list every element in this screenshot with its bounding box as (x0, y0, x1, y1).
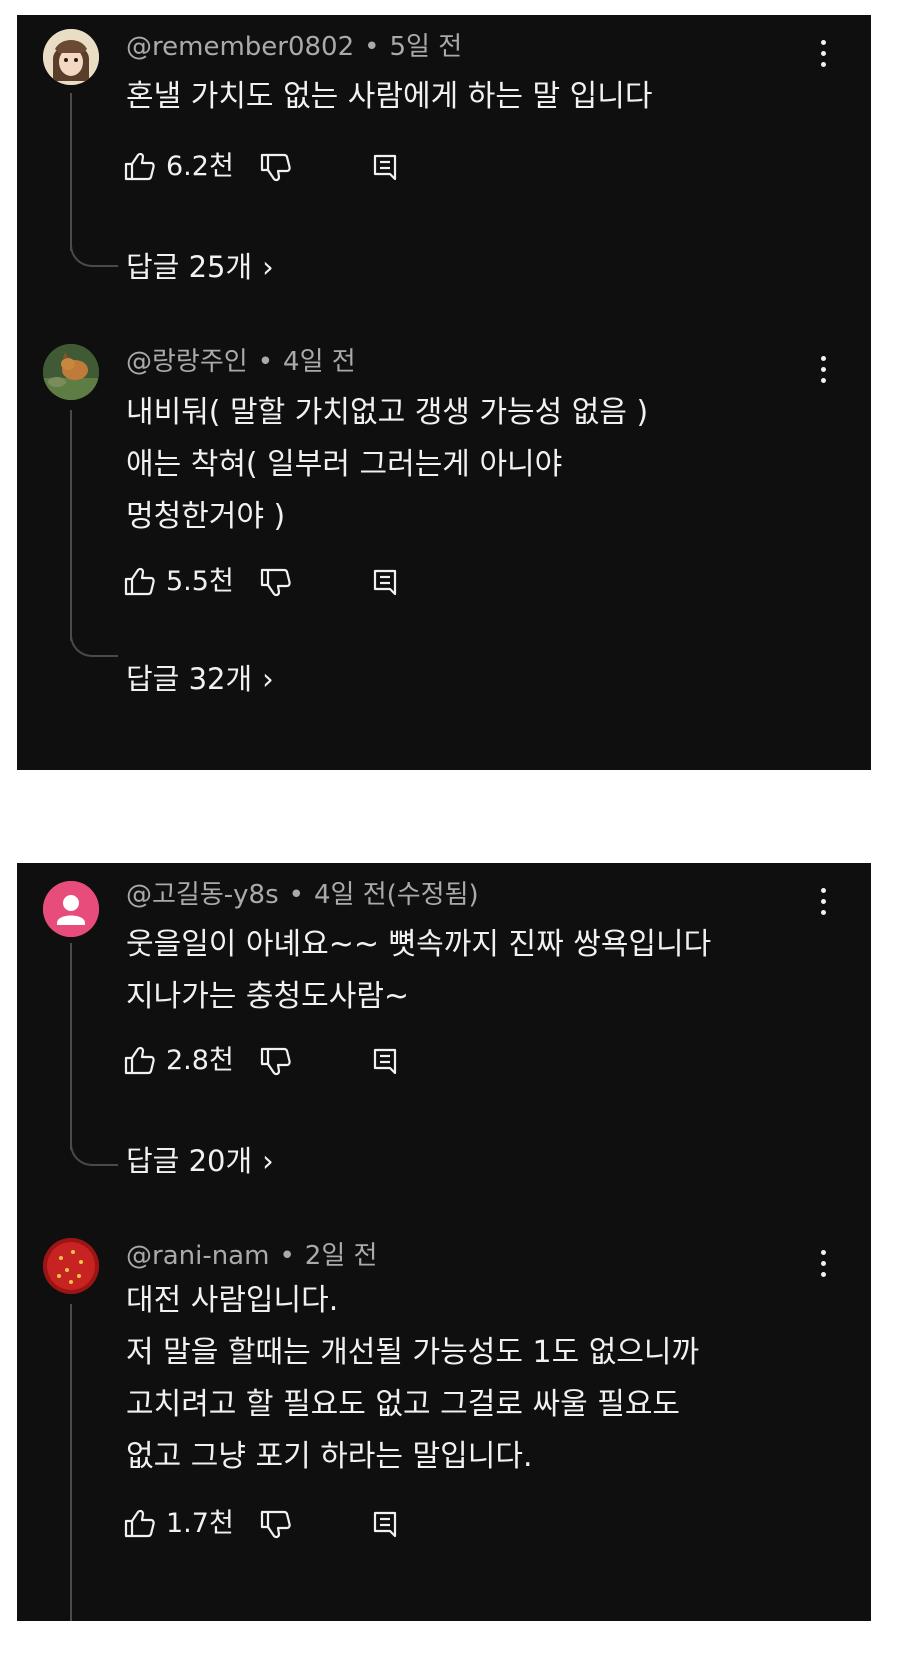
comment-time: 4일 전 (283, 347, 356, 377)
comment-line: 저 말을 할때는 개선될 가능성도 1도 없으니까 (126, 1335, 700, 1370)
dot-separator: • (257, 347, 274, 377)
comment-author[interactable]: @랑랑주인 (126, 347, 248, 377)
comment-line: 지나가는 충청도사람~ (126, 979, 410, 1014)
comment-line: 애는 착혀( 일부러 그러는게 아니야 (126, 447, 563, 482)
comment-text: 혼낼 가치도 없는 사람에게 하는 말 입니다 (126, 71, 652, 123)
comment-actions: 1.7천 (124, 1504, 424, 1544)
comment-text: 대전 사람입니다. 저 말을 할때는 개선될 가능성도 1도 없으니까 고치려고… (126, 1275, 699, 1483)
thumbs-down-icon[interactable] (260, 568, 292, 598)
thread-connector (70, 241, 118, 267)
comment-text: 웃을일이 아녜요~~ 뼛속까지 진짜 쌍욕입니다 지나가는 충청도사람~ (126, 919, 711, 1023)
comment-line: 웃을일이 아녜요~~ 뼛속까지 진짜 쌍욕입니다 (126, 927, 712, 962)
thread-line (70, 93, 72, 251)
thumbs-up-icon[interactable] (124, 566, 156, 597)
default-avatar-icon[interactable] (43, 881, 99, 937)
like-count: 1.7천 (166, 1508, 234, 1539)
more-vert-icon[interactable] (821, 888, 827, 918)
comment-time: 4일 전(수정됨) (313, 880, 479, 910)
thread-line (70, 1304, 72, 1621)
comment-line: 없고 그냥 포기 하라는 말입니다. (126, 1439, 533, 1474)
thumbs-down-icon[interactable] (260, 1047, 292, 1077)
thread-connector (70, 631, 118, 657)
comment-header: @remember0802 • 5일 전 (126, 31, 462, 63)
comments-panel-1: @remember0802 • 5일 전 혼낼 가치도 없는 사람에게 하는 말 입… (17, 15, 871, 770)
thumbs-up-icon[interactable] (124, 1045, 156, 1076)
comment-header: @고길동-y8s • 4일 전(수정됨) (126, 879, 479, 911)
replies-count-label: 답글 32개 (126, 662, 253, 696)
comment-header: @랑랑주인 • 4일 전 (126, 346, 356, 378)
dot-separator: • (288, 880, 304, 910)
comment-actions: 2.8천 (124, 1041, 424, 1081)
user-avatar[interactable] (43, 29, 99, 85)
reply-icon[interactable] (372, 1510, 398, 1539)
replies-count-label: 답글 20개 (126, 1144, 253, 1178)
comment-line: 대전 사람입니다. (126, 1283, 339, 1318)
user-avatar[interactable] (43, 1238, 99, 1294)
more-vert-icon[interactable] (821, 1250, 827, 1280)
comment-line: 멍청한거야 ) (126, 499, 286, 534)
dot-separator: • (279, 1241, 295, 1271)
comment-author[interactable]: @remember0802 (126, 32, 354, 62)
comment-actions: 6.2천 (124, 147, 424, 187)
thread-line (70, 943, 72, 1150)
comment-line: 고치려고 할 필요도 없고 그걸로 싸울 필요도 (126, 1387, 681, 1422)
reply-icon[interactable] (372, 1047, 398, 1076)
reply-icon[interactable] (372, 153, 398, 182)
comment-author[interactable]: @rani-nam (126, 1241, 269, 1271)
view-replies-button[interactable]: 답글 25개 › (126, 247, 274, 287)
thumbs-down-icon[interactable] (260, 1510, 292, 1540)
thread-line (70, 410, 72, 641)
comment-line: 내비둬( 말할 가치없고 갱생 가능성 없음 ) (126, 395, 649, 430)
thread-connector (70, 1140, 118, 1166)
view-replies-button[interactable]: 답글 20개 › (126, 1141, 274, 1181)
comment-actions: 5.5천 (124, 562, 424, 602)
thumbs-down-icon[interactable] (260, 153, 292, 183)
replies-count-label: 답글 25개 (126, 250, 253, 284)
comment-line: 혼낼 가치도 없는 사람에게 하는 말 입니다 (126, 79, 653, 114)
comments-panel-2: @고길동-y8s • 4일 전(수정됨) 웃을일이 아녜요~~ 뼛속까지 진짜 쌍욕… (17, 863, 871, 1621)
like-count: 6.2천 (166, 151, 234, 182)
thumbs-up-icon[interactable] (124, 1508, 156, 1539)
reply-icon[interactable] (372, 568, 398, 597)
view-replies-button[interactable]: 답글 32개 › (126, 659, 274, 699)
comment-author[interactable]: @고길동-y8s (126, 880, 279, 910)
comment-time: 5일 전 (389, 32, 463, 62)
chevron-right-icon: › (262, 662, 274, 696)
more-vert-icon[interactable] (821, 356, 827, 386)
chevron-right-icon: › (262, 1144, 274, 1178)
user-avatar[interactable] (43, 344, 99, 400)
like-count: 2.8천 (166, 1045, 234, 1076)
comment-time: 2일 전 (304, 1241, 378, 1271)
more-vert-icon[interactable] (821, 40, 827, 70)
dot-separator: • (364, 32, 380, 62)
comment-text: 내비둬( 말할 가치없고 갱생 가능성 없음 ) 애는 착혀( 일부러 그러는게… (126, 387, 648, 543)
comment-header: @rani-nam • 2일 전 (126, 1240, 377, 1272)
thumbs-up-icon[interactable] (124, 151, 156, 182)
like-count: 5.5천 (166, 566, 234, 597)
chevron-right-icon: › (262, 250, 274, 284)
